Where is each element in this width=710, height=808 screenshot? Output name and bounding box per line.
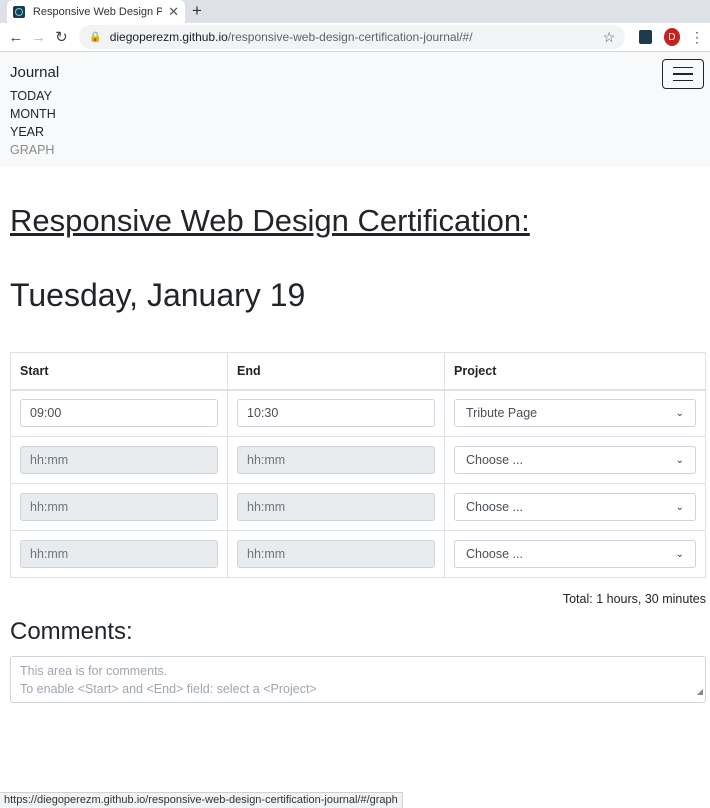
hamburger-line [673, 73, 693, 75]
browser-toolbar: ← → ↻ 🔒 diegoperezm.github.io/responsive… [0, 23, 710, 52]
nav-link-year[interactable]: YEAR [10, 123, 700, 141]
page-heading: Responsive Web Design Certification: [10, 203, 530, 238]
new-tab-icon[interactable]: + [192, 1, 202, 21]
comments-textarea[interactable]: This area is for comments. To enable <St… [10, 656, 706, 703]
hamburger-line [673, 66, 693, 69]
site-navbar: Journal TODAY MONTH YEAR GRAPH [0, 52, 710, 167]
column-header-end: End [227, 352, 445, 391]
navbar-brand[interactable]: Journal [10, 64, 700, 81]
project-select[interactable]: Tribute Page ⌄ [454, 399, 696, 428]
end-time-input[interactable]: 10:30 [237, 399, 435, 428]
profile-avatar[interactable]: D [663, 28, 680, 46]
project-select-value: Choose ... [466, 500, 523, 514]
chevron-down-icon: ⌄ [675, 548, 684, 560]
total-duration: Total: 1 hours, 30 minutes [562, 592, 706, 606]
start-time-input[interactable]: hh:mm [20, 540, 218, 568]
table-row: 09:00 10:30 Tribute Page ⌄ [10, 389, 706, 437]
start-time-input[interactable]: hh:mm [20, 493, 218, 521]
table-row: hh:mm hh:mm Choose ... ⌄ [10, 436, 706, 484]
column-header-project: Project [444, 352, 706, 391]
tab-title: Responsive Web Design Pr [32, 5, 163, 18]
end-time-input[interactable]: hh:mm [237, 540, 435, 568]
url-host: diegoperezm.github.io [109, 30, 228, 44]
nav-link-month[interactable]: MONTH [10, 105, 700, 123]
back-icon[interactable]: ← [6, 29, 26, 46]
project-select-value: Tribute Page [466, 406, 538, 421]
comments-heading: Comments: [10, 618, 133, 645]
link-status-bar: https://diegoperezm.github.io/responsive… [0, 792, 403, 808]
start-time-input[interactable]: 09:00 [20, 399, 218, 428]
browser-tab[interactable]: Responsive Web Design Pr ✕ [7, 0, 185, 23]
address-bar[interactable]: 🔒 diegoperezm.github.io/responsive-web-d… [79, 25, 626, 49]
close-tab-icon[interactable]: ✕ [168, 4, 179, 20]
lock-icon[interactable]: 🔒 [89, 32, 101, 43]
browser-menu-icon[interactable]: ⋮ [690, 29, 704, 46]
bookmark-star-icon[interactable]: ☆ [603, 29, 616, 46]
table-row: hh:mm hh:mm Choose ... ⌄ [10, 530, 706, 578]
table-row: hh:mm hh:mm Choose ... ⌄ [10, 483, 706, 531]
reload-icon[interactable]: ↻ [52, 28, 72, 46]
column-header-start: Start [10, 352, 228, 391]
navbar-toggle-button[interactable] [662, 59, 704, 89]
project-select[interactable]: Choose ... ⌄ [454, 493, 696, 521]
resize-handle-icon[interactable]: ◢ [697, 683, 703, 701]
time-entries-table: Start End Project 09:00 10:30 Tribute Pa… [10, 352, 706, 578]
comments-placeholder-line: To enable <Start> and <End> field: selec… [20, 682, 317, 696]
main-content: Responsive Web Design Certification: Tue… [0, 203, 710, 703]
project-select-value: Choose ... [466, 453, 523, 467]
site-favicon-icon [13, 5, 25, 18]
chevron-down-icon: ⌄ [675, 501, 684, 513]
chevron-down-icon: ⌄ [675, 407, 684, 419]
project-select-value: Choose ... [466, 547, 523, 561]
project-select[interactable]: Choose ... ⌄ [454, 540, 696, 568]
date-title: Tuesday, January 19 [10, 277, 306, 313]
project-select[interactable]: Choose ... ⌄ [454, 446, 696, 474]
url-path: /responsive-web-design-certification-jou… [227, 30, 473, 44]
comments-placeholder-line: This area is for comments. [20, 664, 168, 678]
hamburger-line [673, 79, 693, 82]
chevron-down-icon: ⌄ [675, 454, 684, 466]
nav-link-graph[interactable]: GRAPH [10, 141, 700, 159]
forward-icon[interactable]: → [29, 29, 49, 46]
extension-icon[interactable] [639, 30, 652, 44]
end-time-input[interactable]: hh:mm [237, 493, 435, 521]
end-time-input[interactable]: hh:mm [237, 446, 435, 474]
browser-tab-strip: Responsive Web Design Pr ✕ + [0, 0, 710, 23]
start-time-input[interactable]: hh:mm [20, 446, 218, 474]
table-header-row: Start End Project [10, 352, 706, 391]
nav-link-today[interactable]: TODAY [10, 87, 700, 105]
